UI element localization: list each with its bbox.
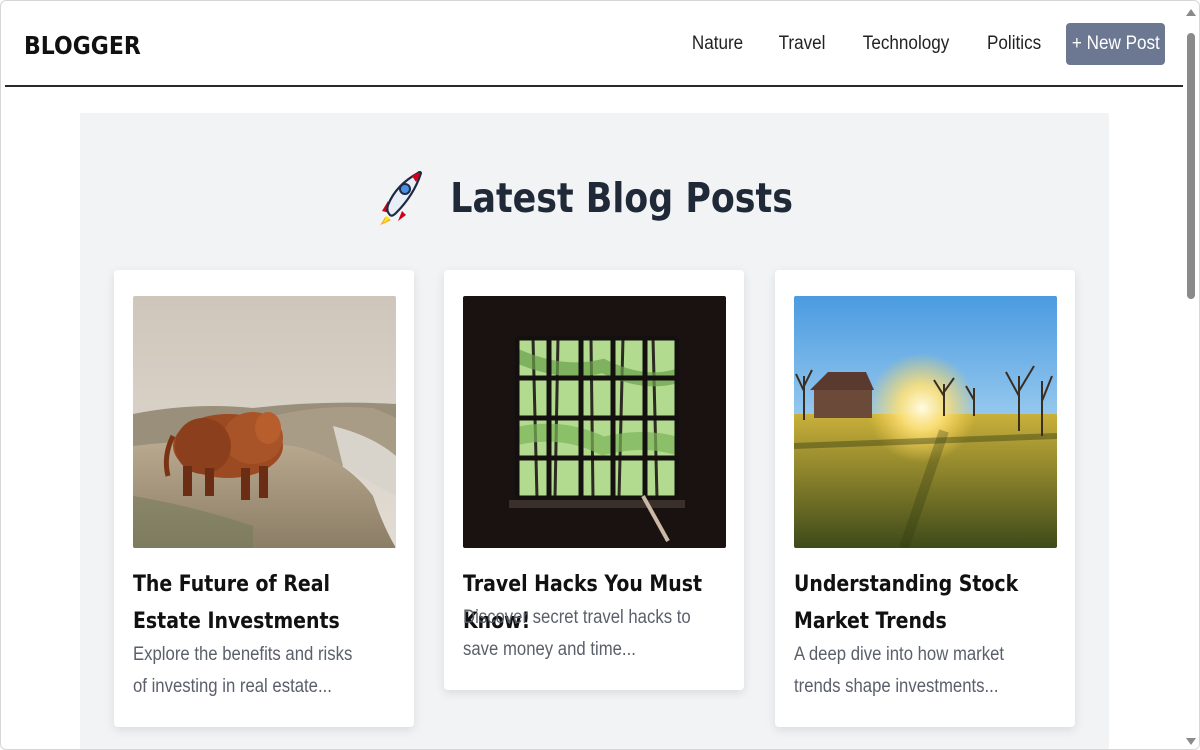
post-card[interactable]: Understanding Stock Market Trends A deep… [775, 270, 1075, 727]
nav-links: Nature Travel Technology Politics + New … [689, 1, 1185, 87]
post-title[interactable]: Understanding Stock Market Trends [794, 566, 1052, 640]
post-card[interactable]: The Future of Real Estate Investments Ex… [114, 270, 414, 727]
post-description: A deep dive into how market trends shape… [794, 644, 1005, 697]
top-navbar: BLOGGER Nature Travel Technology Politic… [5, 1, 1185, 87]
page-scrollbar[interactable] [1183, 1, 1199, 749]
sunrise-field-barn-photo [794, 296, 1057, 548]
highland-cow-coast-photo [133, 296, 396, 548]
new-post-button[interactable]: + New Post [1066, 23, 1165, 65]
post-image[interactable] [463, 296, 726, 548]
nav-link-nature[interactable]: Nature [691, 33, 742, 55]
nav-link-politics[interactable]: Politics [987, 33, 1041, 55]
post-title[interactable]: The Future of Real Estate Investments [133, 566, 374, 640]
brand-logo[interactable]: BLOGGER [24, 31, 141, 60]
section-heading: Latest Blog Posts [80, 171, 1109, 225]
posts-section: Latest Blog Posts The Future of Real Est… [80, 113, 1109, 749]
new-post-label: + New Post [1071, 33, 1160, 54]
scroll-up-arrow-icon[interactable] [1186, 9, 1196, 16]
rocket-icon [379, 171, 422, 225]
scrollbar-thumb[interactable] [1187, 33, 1195, 299]
nav-link-technology[interactable]: Technology [862, 33, 949, 55]
post-card[interactable]: Travel Hacks You Must Know! Discover sec… [444, 270, 744, 690]
scroll-down-arrow-icon[interactable] [1186, 738, 1196, 745]
post-description: Discover secret travel hacks to save mon… [463, 607, 691, 660]
nav-link-travel[interactable]: Travel [778, 33, 825, 55]
post-description: Explore the benefits and risks of invest… [133, 644, 353, 697]
post-image[interactable] [794, 296, 1057, 548]
dark-window-trees-photo [463, 296, 726, 548]
post-image[interactable] [133, 296, 396, 548]
browser-viewport: BLOGGER Nature Travel Technology Politic… [0, 0, 1200, 750]
page-title: Latest Blog Posts [450, 174, 793, 222]
